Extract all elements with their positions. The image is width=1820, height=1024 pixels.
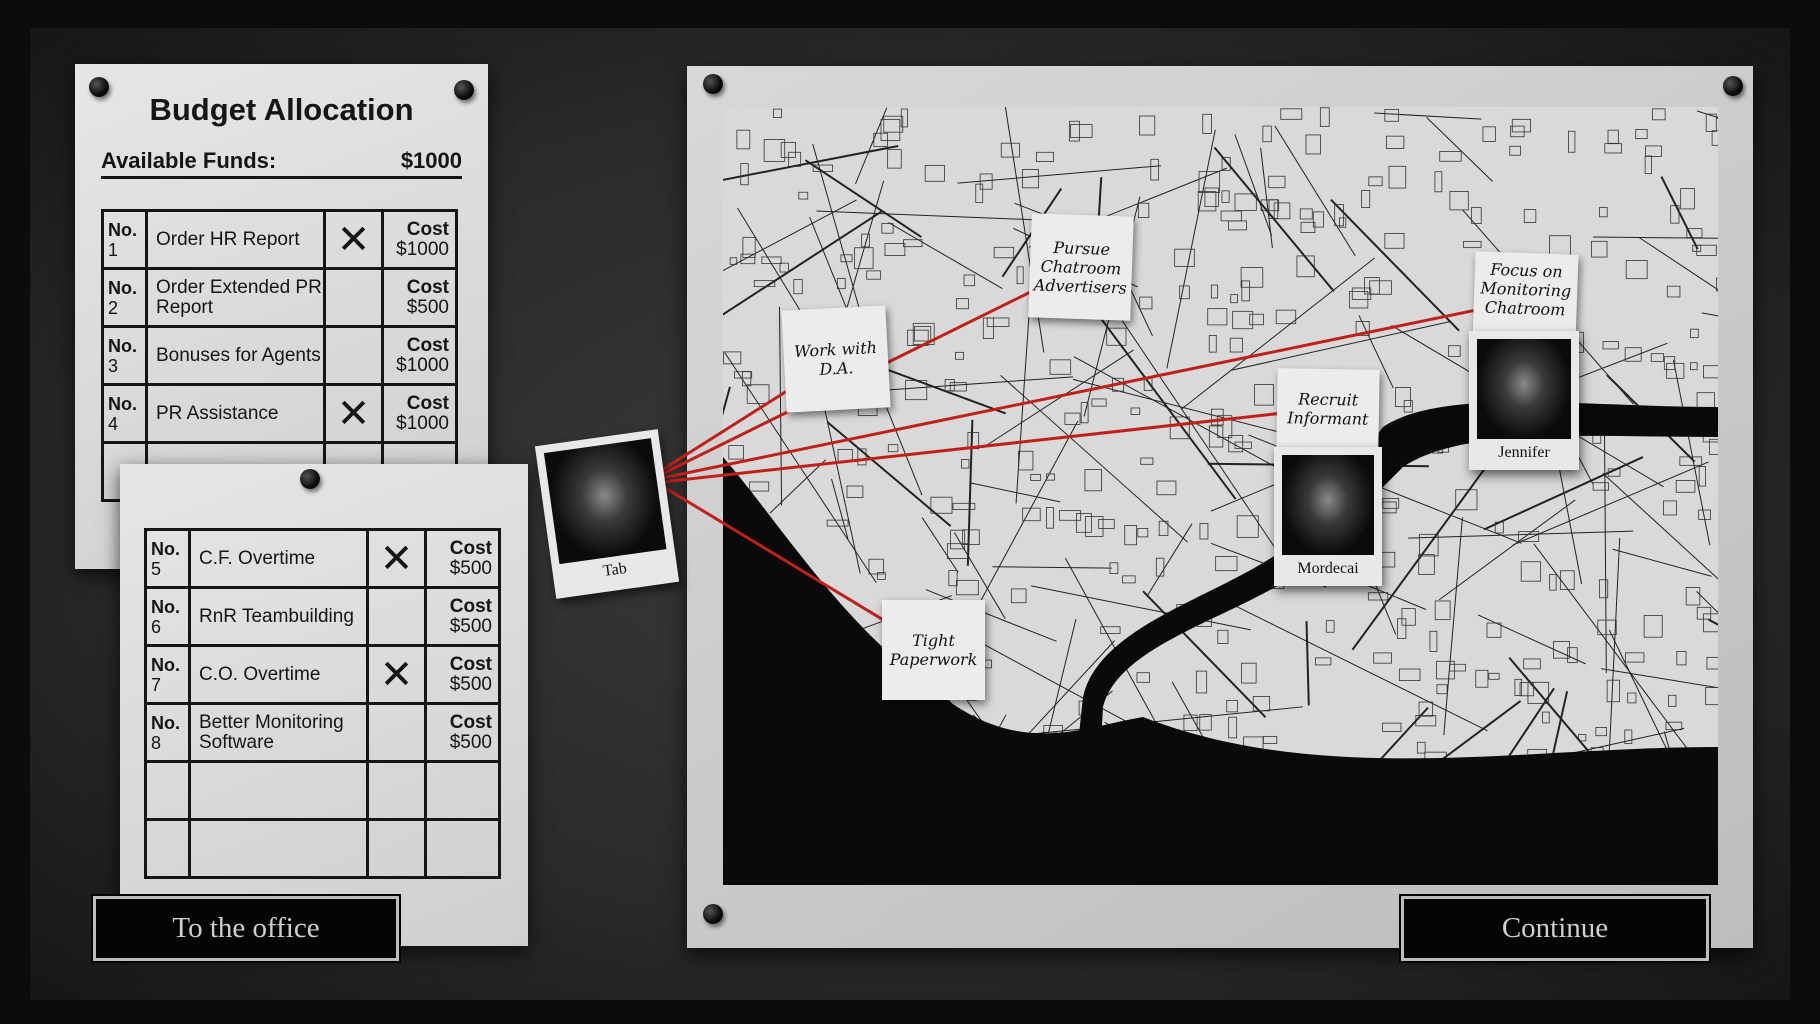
item-checkbox[interactable] [366, 702, 427, 763]
item-cost: Cost $500 [424, 702, 501, 763]
funds-label: Available Funds: [101, 148, 277, 173]
agent-name: Jennifer [1498, 444, 1550, 461]
budget-table-1: No. 1 Order HR Report ✕ Cost $1000 No. 2 Ord… [101, 209, 458, 502]
item-checkbox[interactable] [323, 325, 384, 386]
check-x-icon: ✕ [379, 652, 414, 697]
item-number: No. 7 [144, 644, 191, 705]
agent-photo-jennifer[interactable]: Jennifer [1469, 331, 1579, 470]
item-cost: Cost $500 [381, 267, 458, 328]
city-map [723, 107, 1718, 885]
empty-row [144, 818, 501, 879]
check-x-icon: ✕ [336, 391, 371, 436]
portrait-mordecai [1282, 455, 1374, 555]
item-cost: Cost $500 [424, 528, 501, 589]
budget-title: Budget Allocation [149, 92, 414, 127]
check-x-icon: ✕ [379, 536, 414, 581]
budget-row[interactable]: No. 2 Order Extended PR Report Cost $500 [101, 267, 458, 328]
item-cost: Cost $500 [424, 644, 501, 705]
item-cost: Cost $1000 [381, 383, 458, 444]
item-cost: Cost $1000 [381, 325, 458, 386]
note-work-with-da[interactable]: Work with D.A. [781, 305, 891, 413]
budget-table-2: No. 5 C.F. Overtime ✕ Cost $500 No. 6 RnR Te… [144, 528, 501, 879]
funds-value: $1000 [400, 148, 462, 173]
item-number: No. 8 [144, 702, 191, 763]
item-checkbox[interactable]: ✕ [366, 644, 427, 705]
item-number: No. 4 [101, 383, 148, 444]
item-checkbox[interactable]: ✕ [323, 383, 384, 444]
continue-button[interactable]: Continue [1399, 894, 1711, 963]
available-funds: Available Funds: $1000 [101, 148, 462, 179]
budget-sheet-page-2: No. 5 C.F. Overtime ✕ Cost $500 No. 6 RnR Te… [120, 464, 528, 946]
empty-row [144, 760, 501, 821]
budget-row[interactable]: No. 5 C.F. Overtime ✕ Cost $500 [144, 528, 501, 589]
item-checkbox[interactable] [323, 267, 384, 328]
pin-icon [1723, 76, 1743, 96]
budget-row[interactable]: No. 6 RnR Teambuilding Cost $500 [144, 586, 501, 647]
budget-row[interactable]: No. 7 C.O. Overtime ✕ Cost $500 [144, 644, 501, 705]
budget-row[interactable]: No. 1 Order HR Report ✕ Cost $1000 [101, 209, 458, 270]
agent-name: Mordecai [1297, 560, 1359, 577]
item-number: No. 2 [101, 267, 148, 328]
pin-icon [300, 469, 320, 489]
note-pursue-chatroom-advertisers[interactable]: Pursue Chatroom Advertisers [1028, 213, 1134, 321]
check-x-icon: ✕ [336, 217, 371, 262]
to-the-office-button[interactable]: To the office [91, 894, 401, 963]
item-number: No. 1 [101, 209, 148, 270]
note-recruit-informant[interactable]: Recruit Informant [1276, 368, 1380, 450]
item-number: No. 6 [144, 586, 191, 647]
portrait-tab [543, 438, 667, 565]
budget-row[interactable]: No. 4 PR Assistance ✕ Cost $1000 [101, 383, 458, 444]
item-name: PR Assistance [145, 383, 326, 444]
item-cost: Cost $1000 [381, 209, 458, 270]
item-number: No. 5 [144, 528, 191, 589]
item-name: Better Monitoring Software [188, 702, 369, 763]
item-checkbox[interactable] [366, 586, 427, 647]
item-number: No. 3 [101, 325, 148, 386]
item-checkbox[interactable]: ✕ [366, 528, 427, 589]
pin-icon [703, 904, 723, 924]
note-tight-paperwork[interactable]: Tight Paperwork [882, 600, 985, 700]
budget-row[interactable]: No. 3 Bonuses for Agents Cost $1000 [101, 325, 458, 386]
item-name: Order Extended PR Report [145, 267, 326, 328]
portrait-jennifer [1477, 339, 1571, 439]
item-name: C.O. Overtime [188, 644, 369, 705]
agent-photo-tab[interactable]: Tab [534, 429, 680, 599]
item-name: Bonuses for Agents [145, 325, 326, 386]
item-cost: Cost $500 [424, 586, 501, 647]
item-name: RnR Teambuilding [188, 586, 369, 647]
pin-icon [703, 74, 723, 94]
budget-row[interactable]: No. 8 Better Monitoring Software Cost $500 [144, 702, 501, 763]
agent-photo-mordecai[interactable]: Mordecai [1274, 447, 1382, 586]
item-name: Order HR Report [145, 209, 326, 270]
item-checkbox[interactable]: ✕ [323, 209, 384, 270]
item-name: C.F. Overtime [188, 528, 369, 589]
